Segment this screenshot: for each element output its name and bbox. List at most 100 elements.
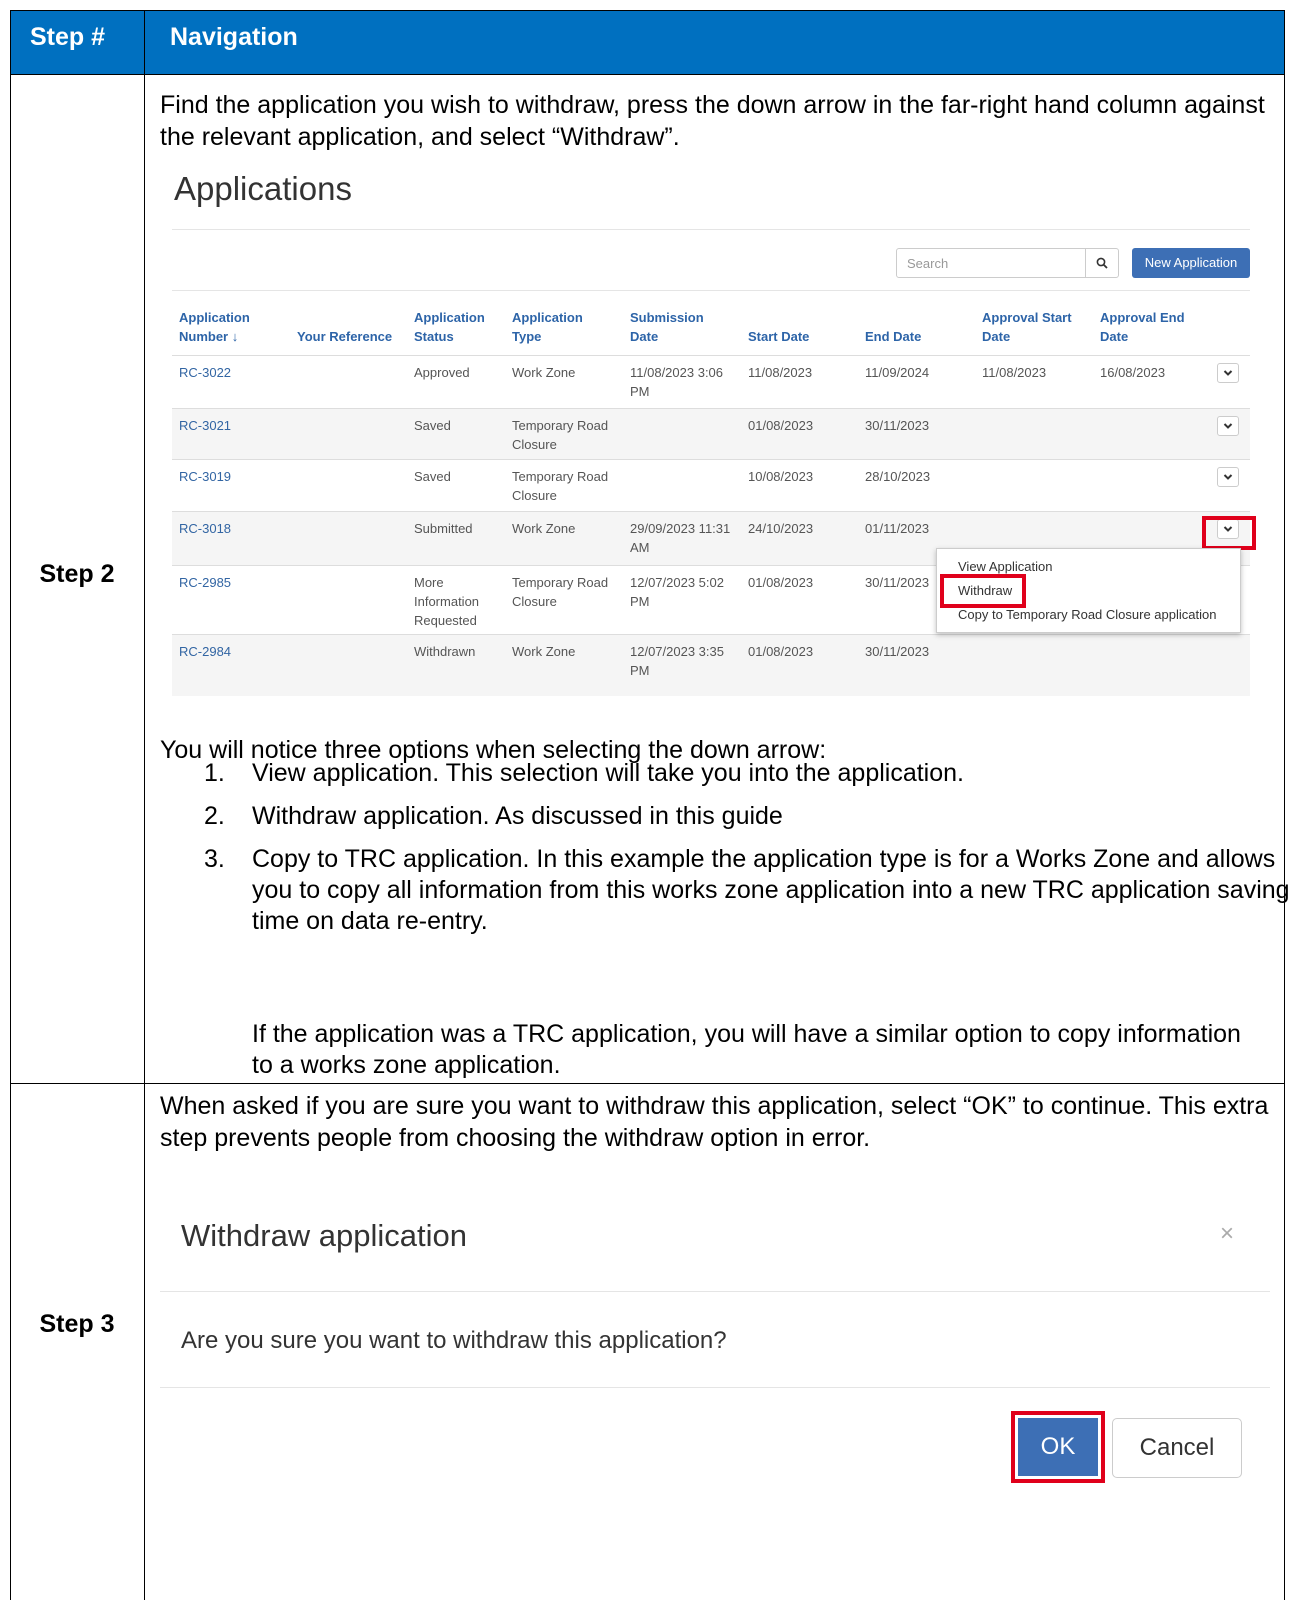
end-date-cell: 28/10/2023 [865,467,930,486]
column-header-approval-end-date[interactable]: Approval End Date [1100,308,1185,346]
submission-date-cell: 12/07/2023 5:02 PM [630,573,724,611]
cell-line: More [414,575,444,590]
row-actions-dropdown-button[interactable] [1217,363,1239,383]
start-date-cell: 10/08/2023 [748,467,813,486]
application-number-link[interactable]: RC-2984 [179,642,231,661]
header-step-number: Step # [30,23,106,51]
option-item: 1. View application. This selection will … [204,758,1310,789]
dropdown-highlight-box [1202,516,1256,550]
cell-line: 11/09/2024 [865,365,930,380]
table-row: RC-2984 Withdrawn Work Zone 12/07/2023 3:35… [172,634,1250,696]
column-header-approval-start-date[interactable]: Approval Start Date [982,308,1072,346]
cancel-button[interactable]: Cancel [1112,1418,1242,1478]
cell-line: 10/08/2023 [748,469,814,484]
application-number-link[interactable]: RC-3021 [179,416,231,435]
end-date-cell: 01/11/2023 [865,519,929,538]
cell-line: 11/08/2023 [748,365,813,380]
row-divider [172,634,1250,635]
end-date-cell: 30/11/2023 [865,416,929,435]
type-cell: Work Zone [512,519,575,538]
search-input[interactable]: Search [896,248,1086,278]
type-cell: Temporary Road Closure [512,416,608,454]
dialog-title: Withdraw application [181,1218,468,1253]
cell-line: Temporary Road [512,469,609,484]
status-cell: Saved [414,416,451,435]
column-header-line: Date [982,329,1011,344]
start-date-cell: 01/08/2023 [748,573,813,592]
column-header-line: Date [1100,329,1129,344]
chevron-down-icon [1223,423,1233,429]
cell-line: RC-3022 [179,365,232,380]
end-date-cell: 30/11/2023 [865,573,929,592]
application-number-link[interactable]: RC-3019 [179,467,231,486]
approval-end-date-cell: 16/08/2023 [1100,363,1165,382]
status-cell: Approved [414,363,470,382]
cell-line: 24/10/2023 [748,521,814,536]
cell-line: 30/11/2023 [865,575,930,590]
end-date-cell: 11/09/2024 [865,363,929,382]
menu-item-copy-to-trc[interactable]: Copy to Temporary Road Closure applicati… [958,607,1216,623]
close-icon[interactable]: × [1220,1220,1234,1248]
status-cell: More Information Requested [414,573,479,630]
column-header-start-date[interactable]: Start Date [748,327,809,346]
column-header-application-number[interactable]: Application Number ↓ [179,308,250,346]
start-date-cell: 01/08/2023 [748,416,813,435]
application-number-link[interactable]: RC-3018 [179,519,231,538]
approval-start-date-cell: 11/08/2023 [982,363,1046,382]
table-row-divider [10,1083,1285,1084]
column-header-application-type[interactable]: Application Type [512,308,583,346]
cell-line: RC-2985 [179,575,232,590]
cell-line: RC-3018 [179,521,232,536]
table-row: RC-3019 Saved Temporary Road Closure 10/08/2… [172,459,1250,511]
table-border-left [10,10,11,1600]
search-button[interactable] [1085,248,1119,278]
option-item: 3. Copy to TRC application. In this examp… [204,844,1310,937]
column-header-line: Application [512,310,583,325]
cell-line: 16/08/2023 [1100,365,1166,380]
end-date-cell: 30/11/2023 [865,642,929,661]
row-actions-dropdown-button[interactable] [1217,467,1239,487]
column-header-line: Approval Start [982,310,1072,325]
column-header-application-status[interactable]: Application Status [414,308,485,346]
row-divider [172,355,1250,356]
option-number: 3. [204,845,225,873]
column-header-end-date[interactable]: End Date [865,327,921,346]
cell-line: Saved [414,469,451,484]
chevron-down-icon [1223,370,1233,376]
search-icon [1096,257,1108,269]
cell-line: 30/11/2023 [865,644,930,659]
column-header-line: Date [630,329,659,344]
start-date-cell: 01/08/2023 [748,642,813,661]
row-divider [172,408,1250,409]
cell-line: Saved [414,418,451,433]
step-3-label: Step 3 [39,1310,115,1338]
type-cell: Temporary Road Closure [512,467,608,505]
column-header-line: Submission [630,310,704,325]
row-actions-dropdown-button[interactable] [1217,416,1239,436]
cell-line: 12/07/2023 5:02 [630,575,724,590]
column-header-your-reference[interactable]: Your Reference [297,327,392,346]
application-number-link[interactable]: RC-3022 [179,363,231,382]
cell-line: 01/08/2023 [748,418,814,433]
cell-line: PM [630,594,650,609]
column-header-line: Type [512,329,542,344]
cell-line: 28/10/2023 [865,469,931,484]
start-date-cell: 11/08/2023 [748,363,812,382]
application-number-link[interactable]: RC-2985 [179,573,231,592]
step-2-intro: Find the application you wish to withdra… [160,91,1265,151]
status-cell: Submitted [414,519,473,538]
cell-line: 01/11/2023 [865,521,930,536]
dialog-footer-divider [160,1387,1270,1388]
column-header-submission-date[interactable]: Submission Date [630,308,704,346]
table-row: RC-3022 Approved Work Zone 11/08/2023 3:06 P… [172,355,1250,408]
new-application-button[interactable]: New Application [1132,248,1250,278]
submission-date-cell: 29/09/2023 11:31 AM [630,519,730,557]
header-navigation: Navigation [170,23,298,51]
cell-line: 30/11/2023 [865,418,930,433]
status-cell: Saved [414,467,451,486]
dialog-message: Are you sure you want to withdraw this a… [181,1327,727,1354]
cell-line: 29/09/2023 11:31 [630,521,731,536]
column-header-line: Application [414,310,485,325]
menu-item-view-application[interactable]: View Application [958,559,1052,575]
option-text: Copy to TRC application. In this example… [252,845,1290,935]
